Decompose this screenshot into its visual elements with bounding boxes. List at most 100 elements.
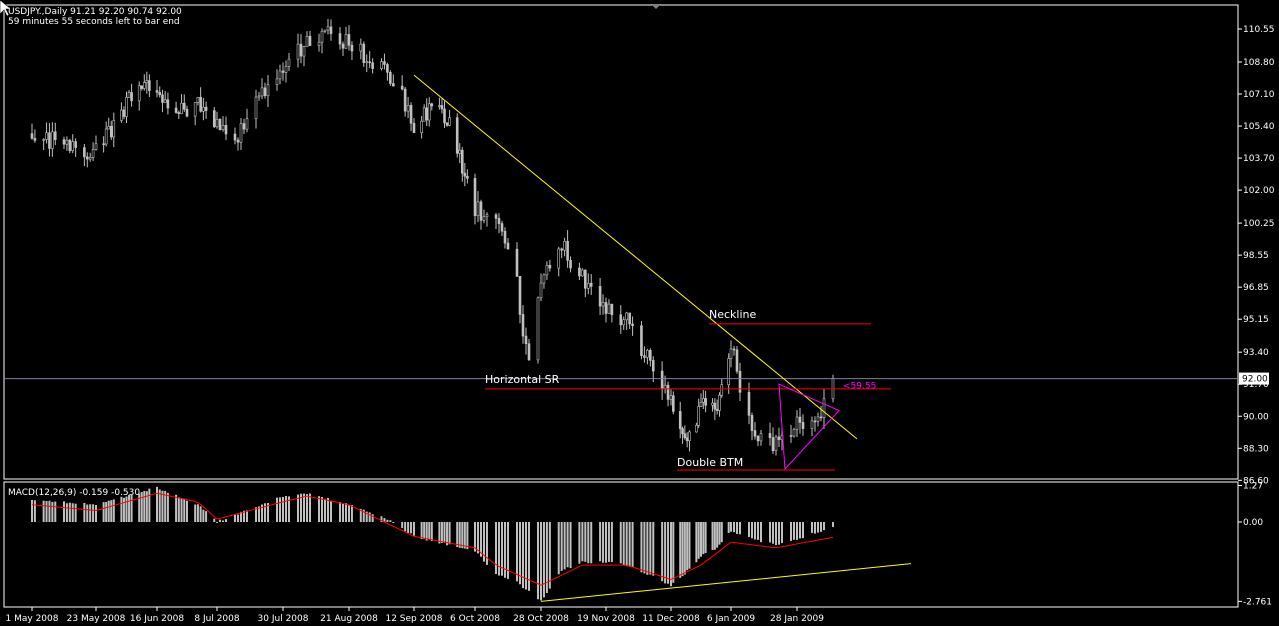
candle-body xyxy=(506,242,510,250)
macd-divergence-trendline[interactable] xyxy=(540,563,912,602)
macd-histogram-bar xyxy=(407,522,410,534)
candle-body xyxy=(747,391,751,416)
macd-histogram-bar xyxy=(51,501,54,522)
macd-histogram-bar xyxy=(519,522,521,585)
candle-body xyxy=(792,428,796,437)
macd-histogram-bar xyxy=(607,522,610,562)
macd-histogram-bar xyxy=(423,522,426,540)
candle-body xyxy=(296,43,300,60)
candle-body xyxy=(403,88,407,112)
macd-histogram-bar xyxy=(652,522,655,576)
macd-histogram-bar xyxy=(175,494,178,522)
price-tick-label: 100.25 xyxy=(1243,219,1275,229)
candle-body xyxy=(819,416,823,419)
macd-histogram-bar xyxy=(522,522,524,589)
macd-histogram-bar xyxy=(548,522,551,589)
macd-histogram-bar xyxy=(410,522,413,534)
candle-body xyxy=(323,29,327,32)
macd-histogram-bar xyxy=(720,522,723,543)
candle-body xyxy=(681,428,684,435)
macd-histogram-bar xyxy=(775,522,777,546)
candle-body xyxy=(199,97,202,112)
macd-histogram-bar xyxy=(463,522,466,549)
date-tick-label: 6 Oct 2008 xyxy=(450,614,500,624)
candle-body xyxy=(91,149,95,158)
candle-body xyxy=(598,286,602,307)
candle-body xyxy=(649,350,652,361)
candle-body xyxy=(663,384,667,389)
macd-histogram-bar xyxy=(306,494,308,522)
macd-histogram-bar xyxy=(727,522,730,533)
macd-histogram-bar xyxy=(569,522,572,569)
candle-body xyxy=(584,269,587,289)
candle-body xyxy=(473,178,477,217)
candle-body xyxy=(392,83,395,87)
candle-body xyxy=(500,223,504,232)
macd-histogram-bar xyxy=(563,522,566,570)
candle-body xyxy=(317,41,321,46)
candle-body xyxy=(774,436,778,452)
macd-histogram-bar xyxy=(778,522,780,545)
candle-body xyxy=(380,61,383,69)
macd-histogram-bar xyxy=(683,522,686,575)
candle-body xyxy=(166,99,170,109)
macd-histogram-bar xyxy=(578,522,581,564)
macd-histogram-bar xyxy=(661,522,664,582)
candle-body xyxy=(539,282,543,299)
macd-histogram-bar xyxy=(282,496,284,522)
candle-body xyxy=(542,274,546,284)
macd-histogram-bar xyxy=(599,522,602,562)
candle-body xyxy=(308,35,312,46)
macd-histogram-bar xyxy=(670,522,672,587)
candle-body xyxy=(753,430,757,437)
macd-histogram-bar xyxy=(285,496,287,522)
candle-body xyxy=(440,105,444,110)
candle-body xyxy=(125,97,128,117)
macd-histogram-bar xyxy=(540,522,542,601)
date-tick-label: 21 Aug 2008 xyxy=(320,614,378,624)
macd-histogram-bar xyxy=(461,522,464,549)
date-tick-label: 28 Jan 2009 xyxy=(770,614,824,624)
descending-trendline[interactable] xyxy=(413,74,858,440)
macd-histogram-bar xyxy=(640,522,643,573)
candle-body xyxy=(476,201,480,217)
date-tick-label: 6 Jan 2009 xyxy=(707,614,755,624)
macd-histogram-bar xyxy=(587,522,590,564)
candle-body xyxy=(610,303,614,316)
candle-body xyxy=(236,139,240,143)
candle-body xyxy=(607,303,611,314)
candle-body xyxy=(485,214,489,218)
macd-title: MACD(12,26,9) -0.159 -0.530 xyxy=(8,488,140,498)
candle-body xyxy=(65,139,69,145)
candle-body xyxy=(359,43,363,52)
candle-body xyxy=(646,350,649,358)
candle-body xyxy=(158,92,162,96)
candle-body xyxy=(697,406,700,426)
date-tick-label: 12 Sep 2008 xyxy=(385,614,442,624)
macd-histogram-bar xyxy=(820,522,822,532)
current-price-label: 92.00 xyxy=(1242,375,1268,385)
candle-body xyxy=(628,312,631,325)
candle-body xyxy=(732,348,736,351)
candle-body xyxy=(137,85,141,102)
macd-histogram-bar xyxy=(516,522,518,582)
macd-histogram-bar xyxy=(643,522,646,574)
price-tick-label: 105.40 xyxy=(1243,122,1275,132)
symmetrical-triangle[interactable] xyxy=(778,383,840,471)
price-tick-label: 98.55 xyxy=(1243,251,1269,261)
candle-body xyxy=(365,61,369,64)
macd-histogram-bar xyxy=(339,502,341,522)
candle-body xyxy=(140,85,144,89)
macd-histogram-bar xyxy=(401,522,404,528)
candle-body xyxy=(735,349,739,372)
double-bottom-label: Double BTM xyxy=(677,456,743,469)
candle-body xyxy=(420,120,423,133)
candle-body xyxy=(759,433,763,442)
macd-histogram-bar xyxy=(711,522,714,551)
candle-body xyxy=(371,62,374,69)
macd-histogram-bar xyxy=(458,522,461,548)
macd-histogram-bar xyxy=(148,488,151,522)
candle-body xyxy=(494,214,498,219)
candle-body xyxy=(640,325,643,356)
candle-body xyxy=(30,133,34,139)
